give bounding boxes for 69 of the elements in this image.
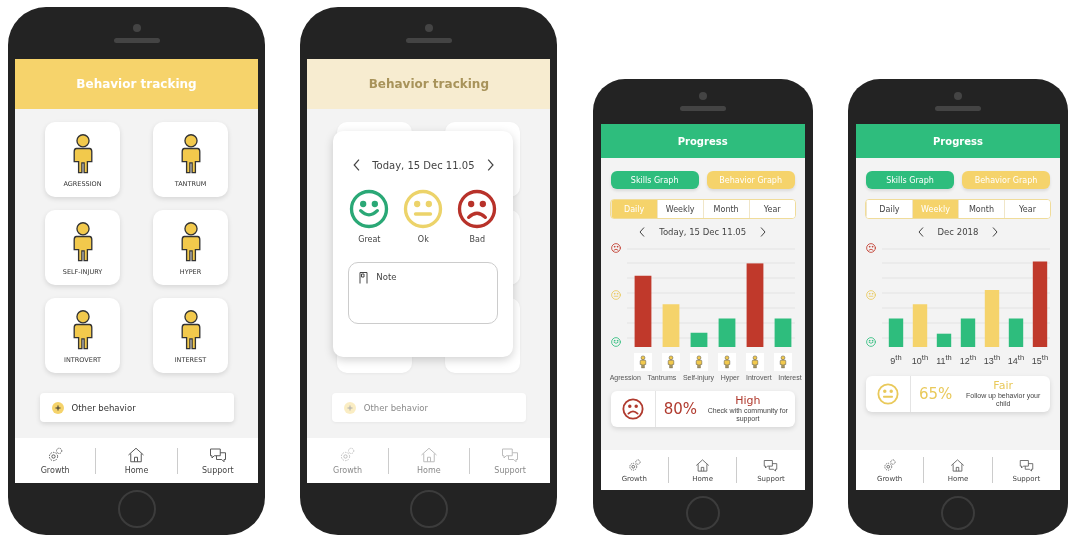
percent-value: 80% xyxy=(663,400,697,418)
chat-icon xyxy=(763,457,779,473)
rating-label: High xyxy=(735,395,761,407)
axis-label: 14$^{th}$ xyxy=(1007,353,1025,366)
chevron-left-icon[interactable] xyxy=(352,159,361,171)
chat-icon xyxy=(208,446,227,464)
speaker-slot xyxy=(113,37,160,43)
percent-value: 65% xyxy=(919,385,953,403)
axis-label: 15$^{th}$ xyxy=(1031,353,1049,366)
chevron-right-icon[interactable] xyxy=(760,227,767,237)
header-title: Progress xyxy=(933,135,983,147)
face-icon xyxy=(621,398,644,420)
happy-face-icon xyxy=(611,337,621,347)
header-title: Behavior tracking xyxy=(368,77,489,91)
period-tab[interactable]: Year xyxy=(748,200,795,218)
chevron-right-icon[interactable] xyxy=(486,159,494,171)
face-icon xyxy=(877,383,899,405)
nav-item[interactable]: Home xyxy=(96,446,177,475)
camera-dot xyxy=(954,92,962,100)
camera-dot xyxy=(132,23,141,32)
nav-item[interactable]: Home xyxy=(388,446,469,475)
nav-item[interactable]: Support xyxy=(470,446,551,475)
nav-item[interactable]: Growth xyxy=(15,446,96,475)
chevron-left-icon[interactable] xyxy=(639,227,646,237)
sad-face-icon xyxy=(611,243,621,253)
nav-item[interactable]: Growth xyxy=(307,446,388,475)
neutral-face-icon xyxy=(611,290,621,300)
period-tab[interactable]: Year xyxy=(1004,200,1050,218)
date-label: Today, 15 Dec 11.05 xyxy=(659,227,747,237)
date-label: Today, 15 Dec 11.05 xyxy=(372,159,475,171)
sad-face-icon xyxy=(866,243,876,253)
nav-item[interactable]: Support xyxy=(177,446,258,475)
happy-face-icon xyxy=(866,337,876,347)
home-icon xyxy=(419,446,438,464)
speaker-slot xyxy=(679,106,726,111)
axis-label: 13$^{th}$ xyxy=(983,353,1001,366)
home-icon xyxy=(127,446,146,464)
axis-label: 12$^{th}$ xyxy=(959,353,977,366)
note-icon xyxy=(359,272,369,284)
chat-icon xyxy=(1018,457,1034,473)
camera-dot xyxy=(698,92,707,100)
plus-icon xyxy=(51,401,64,414)
speaker-slot xyxy=(935,106,981,111)
header-title: Behavior tracking xyxy=(76,77,197,91)
date-label: Dec 2018 xyxy=(937,227,979,237)
mood-option[interactable]: Bad xyxy=(457,189,498,244)
home-icon xyxy=(695,457,711,473)
axis-label: 10$^{th}$ xyxy=(911,353,929,366)
gear-icon xyxy=(626,457,642,473)
speaker-slot xyxy=(405,37,452,43)
other-behavior-button[interactable]: Other behavior xyxy=(39,393,234,422)
gear-icon xyxy=(46,446,65,464)
rating-label: Fair xyxy=(993,380,1013,392)
chevron-left-icon[interactable] xyxy=(917,227,924,237)
chevron-right-icon[interactable] xyxy=(992,227,999,237)
note-field[interactable]: Note xyxy=(348,262,499,324)
plus-icon xyxy=(343,401,356,414)
gear-icon xyxy=(882,457,898,473)
axis-label: 11$^{th}$ xyxy=(936,353,952,366)
home-icon xyxy=(950,457,966,473)
camera-dot xyxy=(424,23,433,32)
header-title: Progress xyxy=(677,135,728,147)
axis-label: 9$^{th}$ xyxy=(890,353,902,366)
mood-option[interactable]: Ok xyxy=(403,189,444,244)
chat-icon xyxy=(501,446,520,464)
gear-icon xyxy=(338,446,357,464)
other-behavior-button[interactable]: Other behavior xyxy=(331,393,526,422)
mood-option[interactable]: Great xyxy=(349,189,390,244)
neutral-face-icon xyxy=(866,290,876,300)
